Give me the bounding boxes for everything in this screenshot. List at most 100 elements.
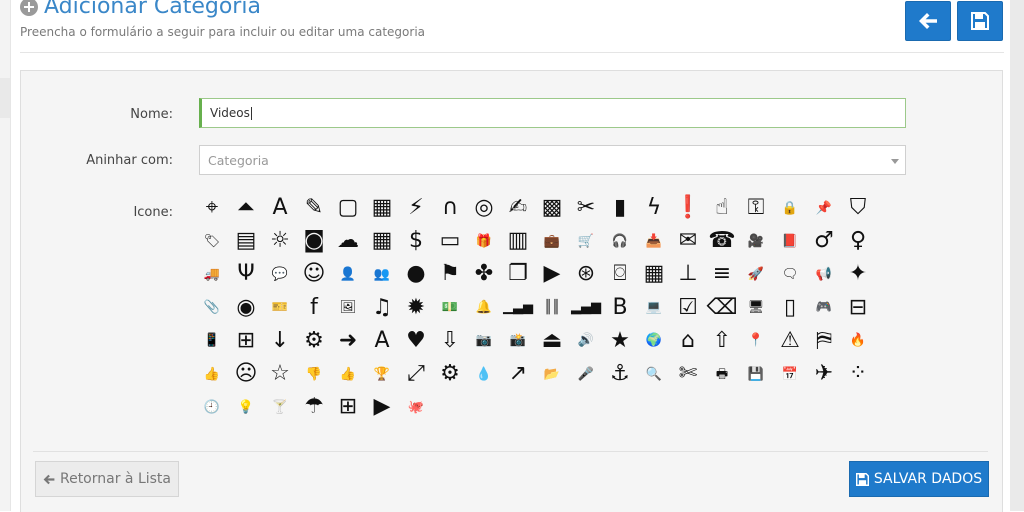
paperclip-icon[interactable]: 📎 <box>197 293 227 323</box>
sun-icon[interactable]: ☼ <box>265 226 295 256</box>
tablet-icon[interactable]: ▯ <box>775 293 805 323</box>
umbrella-icon[interactable]: ☂ <box>299 392 329 422</box>
thumbs-up-icon[interactable]: 👍 <box>333 359 363 389</box>
bullhorn-icon[interactable]: 📢 <box>809 259 839 289</box>
bookmark-icon[interactable]: ▮ <box>605 193 635 223</box>
globe-icon[interactable]: 🌍 <box>639 326 669 356</box>
comment-icon[interactable]: 💬 <box>265 259 295 289</box>
dashboard-grid-icon[interactable]: ▦ <box>639 259 669 289</box>
wrench-icon[interactable]: ✂ <box>571 193 601 223</box>
plus-square-icon[interactable]: ⊞ <box>231 326 261 356</box>
crosshairs-icon[interactable]: ⌖ <box>197 193 227 223</box>
folder-open-icon[interactable]: 📂 <box>537 359 567 389</box>
facebook-icon[interactable]: f <box>299 293 329 323</box>
shield-icon[interactable]: ⛉ <box>843 193 873 223</box>
play-circle-icon[interactable]: ▶ <box>537 259 567 289</box>
qrcode-icon[interactable]: ▩ <box>537 193 567 223</box>
sort-alpha-icon[interactable]: ↓ <box>265 326 295 356</box>
edit-icon[interactable]: ✍ <box>503 193 533 223</box>
map-marker-icon[interactable]: 📍 <box>741 326 771 356</box>
plane-icon[interactable]: ✈ <box>809 359 839 389</box>
bar-chart-icon[interactable]: ▂▄▆ <box>571 293 601 323</box>
home-icon[interactable]: ⌂ <box>673 326 703 356</box>
star-outline-icon[interactable]: ☆ <box>265 359 295 389</box>
bullseye-icon[interactable]: ◎ <box>469 193 499 223</box>
expand-icon[interactable]: ⤢ <box>401 359 431 389</box>
table-icon[interactable]: ▦ <box>367 193 397 223</box>
star-icon[interactable]: ★ <box>605 326 635 356</box>
pencil-icon[interactable]: ✎ <box>299 193 329 223</box>
thumbs-down-icon[interactable]: 👎 <box>299 359 329 389</box>
rss-icon[interactable]: ◙ <box>299 226 329 256</box>
frown-icon[interactable]: ☹ <box>231 359 261 389</box>
hdd-icon[interactable]: ⌼ <box>605 259 635 289</box>
return-to-list-button[interactable]: Retornar à Lista <box>35 461 179 497</box>
ticket-icon[interactable]: 🎫 <box>265 293 295 323</box>
scissors-icon[interactable]: ✄ <box>673 359 703 389</box>
smile-icon[interactable]: ☺ <box>299 259 329 289</box>
users-icon[interactable]: 👥 <box>367 259 397 289</box>
hdd-drive-icon[interactable]: ⊟ <box>843 293 873 323</box>
shopping-cart-icon[interactable]: 🛒 <box>571 226 601 256</box>
puzzle-piece-icon[interactable]: ✤ <box>469 259 499 289</box>
phone-icon[interactable]: ☎ <box>707 226 737 256</box>
trophy-icon[interactable]: 🏆 <box>367 359 397 389</box>
male-icon[interactable]: ♂ <box>809 226 839 256</box>
tint-icon[interactable]: 💧 <box>469 359 499 389</box>
warning-icon[interactable]: ⚠ <box>775 326 805 356</box>
laptop-icon[interactable]: 💻 <box>639 293 669 323</box>
barcode-icon[interactable]: ║║ <box>537 293 567 323</box>
bolt-icon[interactable]: ϟ <box>639 193 669 223</box>
signal-icon[interactable]: ▁▃▅ <box>503 293 533 323</box>
check-square-icon[interactable]: ☑ <box>673 293 703 323</box>
print-icon[interactable]: 🖶 <box>707 359 737 389</box>
microphone-icon[interactable]: 🎤 <box>571 359 601 389</box>
mobile-icon[interactable]: 📱 <box>197 326 227 356</box>
heart-icon[interactable]: ♥ <box>401 326 431 356</box>
search-icon[interactable]: 🔍 <box>639 359 669 389</box>
user-icon[interactable]: 👤 <box>333 259 363 289</box>
server-icon[interactable]: ≡ <box>707 259 737 289</box>
th-icon[interactable]: ▦ <box>367 226 397 256</box>
comment-outline-icon[interactable]: 🗨 <box>775 259 805 289</box>
certificate-icon[interactable]: ✹ <box>401 293 431 323</box>
weibo-icon[interactable]: ◉ <box>231 293 261 323</box>
copy-icon[interactable]: ❐ <box>503 259 533 289</box>
volume-up-icon[interactable]: 🔊 <box>571 326 601 356</box>
sitemap-icon[interactable]: ⊥ <box>673 259 703 289</box>
circle-icon[interactable]: ● <box>401 259 431 289</box>
save-data-button[interactable]: SALVAR DADOS <box>849 461 989 497</box>
nest-select[interactable]: Categoria <box>199 145 906 175</box>
flag-icon[interactable]: ⚑ <box>435 259 465 289</box>
credit-card-icon[interactable]: ▭ <box>435 226 465 256</box>
font-icon[interactable]: A <box>265 193 295 223</box>
camera-icon[interactable]: 📸 <box>503 326 533 356</box>
lock-icon[interactable]: 🔒 <box>775 193 805 223</box>
cogs-icon[interactable]: ⚙ <box>299 326 329 356</box>
youtube-icon[interactable]: ▶ <box>367 392 397 422</box>
video-camera-icon[interactable]: 🎥 <box>741 226 771 256</box>
exclamation-icon[interactable]: ❗ <box>673 193 703 223</box>
dropbox-icon[interactable]: ✦ <box>843 259 873 289</box>
magnet-icon[interactable]: ∩ <box>435 193 465 223</box>
cloud-icon[interactable]: ☁ <box>333 226 363 256</box>
magic-icon[interactable]: ⚡ <box>401 193 431 223</box>
thumbs-up-outline-icon[interactable]: 👍 <box>197 359 227 389</box>
bold-icon[interactable]: B <box>605 293 635 323</box>
truck-icon[interactable]: 🚚 <box>197 259 227 289</box>
glass-icon[interactable]: 🍸 <box>265 392 295 422</box>
lightbulb-icon[interactable]: 💡 <box>231 392 261 422</box>
square-icon[interactable]: ▢ <box>333 193 363 223</box>
bell-icon[interactable]: 🔔 <box>469 293 499 323</box>
compass-icon[interactable]: ⏶ <box>231 193 261 223</box>
female-icon[interactable]: ♀ <box>843 226 873 256</box>
music-icon[interactable]: ♫ <box>367 293 397 323</box>
gift-icon[interactable]: 🎁 <box>469 226 499 256</box>
dollar-icon[interactable]: $ <box>401 226 431 256</box>
name-input[interactable]: Videos <box>199 98 906 128</box>
envelope-icon[interactable]: ✉ <box>673 226 703 256</box>
clock-icon[interactable]: 🕘 <box>197 392 227 422</box>
key-icon[interactable]: ⚿ <box>741 193 771 223</box>
scrollbar-track[interactable] <box>1010 0 1024 511</box>
save-button[interactable] <box>957 1 1003 41</box>
